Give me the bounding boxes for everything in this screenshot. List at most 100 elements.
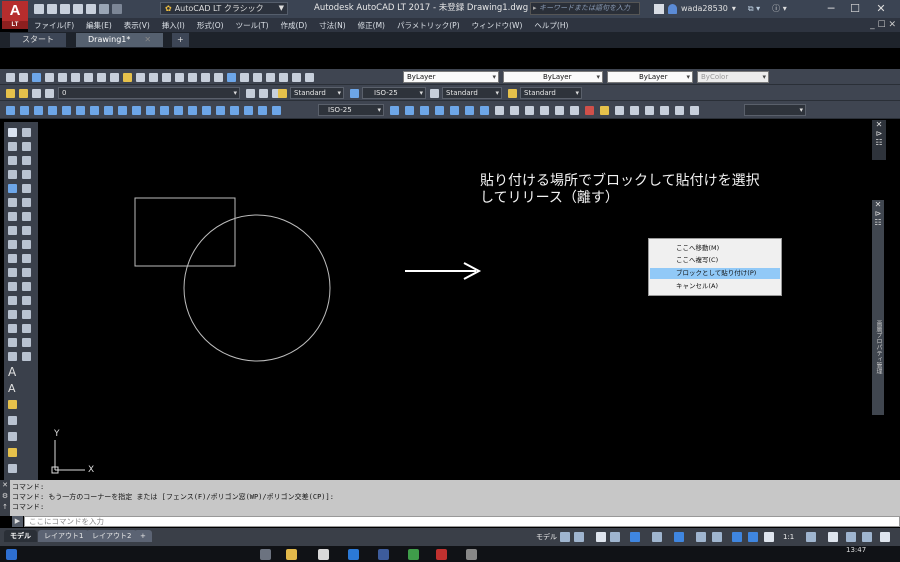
isolate-objects-icon[interactable] bbox=[846, 532, 856, 542]
isodraft-icon[interactable] bbox=[630, 532, 640, 542]
command-prompt-icon[interactable]: ▶ bbox=[12, 516, 23, 527]
menu-view[interactable]: 表示(V) bbox=[124, 20, 150, 31]
polar-icon[interactable] bbox=[610, 532, 620, 542]
spline-icon[interactable] bbox=[525, 105, 534, 115]
exchange-icon[interactable]: ⧉ ▾ bbox=[748, 4, 760, 14]
jogged-linear-icon[interactable] bbox=[230, 105, 239, 115]
print-icon[interactable] bbox=[86, 3, 96, 14]
paste-icon[interactable] bbox=[110, 72, 119, 82]
tool-palettes-icon[interactable] bbox=[253, 72, 262, 82]
menu-item-cancel[interactable]: キャンセル(A) bbox=[650, 281, 780, 292]
annotation-scale-value[interactable]: 1:1 bbox=[783, 530, 794, 544]
mleader-style-dropdown[interactable]: Standard ▾ bbox=[520, 87, 582, 99]
trim-icon[interactable] bbox=[8, 268, 17, 277]
help-icon[interactable] bbox=[305, 72, 314, 82]
print-icon[interactable] bbox=[45, 72, 54, 82]
help-icon[interactable]: ⓘ ▾ bbox=[772, 3, 787, 14]
chamfer-icon[interactable] bbox=[8, 324, 17, 333]
file-explorer-icon[interactable] bbox=[286, 549, 297, 560]
dim-style-dropdown-2[interactable]: ISO-25 ▾ bbox=[318, 104, 384, 116]
xline-icon[interactable] bbox=[22, 128, 31, 137]
polygon-icon[interactable] bbox=[22, 156, 31, 165]
properties-icon[interactable] bbox=[227, 72, 236, 82]
zoom-realtime-icon[interactable] bbox=[188, 72, 197, 82]
mirror-icon[interactable] bbox=[8, 170, 17, 179]
mdi-window-controls[interactable]: _ ☐ ✕ bbox=[870, 18, 896, 32]
insert-block-icon[interactable] bbox=[555, 105, 564, 115]
jogged-icon[interactable] bbox=[76, 105, 85, 115]
close-icon[interactable]: ✕ bbox=[144, 35, 151, 44]
add-layout-button[interactable]: + bbox=[134, 530, 152, 542]
make-block-icon[interactable] bbox=[570, 105, 579, 115]
new-icon[interactable] bbox=[34, 3, 44, 14]
clean-screen-icon[interactable] bbox=[862, 532, 872, 542]
mail-icon[interactable] bbox=[378, 549, 389, 560]
menu-draw[interactable]: 作成(D) bbox=[281, 20, 308, 31]
ellipse-icon[interactable] bbox=[22, 240, 31, 249]
diameter-icon[interactable] bbox=[90, 105, 99, 115]
calculator-icon[interactable] bbox=[292, 72, 301, 82]
zoom-window-icon[interactable] bbox=[201, 72, 210, 82]
arc-icon[interactable] bbox=[22, 184, 31, 193]
erase-icon[interactable] bbox=[8, 142, 17, 151]
layout-tab-model[interactable]: モデル bbox=[4, 530, 37, 542]
mtext-icon[interactable] bbox=[660, 105, 669, 115]
menu-file[interactable]: ファイル(F) bbox=[34, 20, 74, 31]
aligned-dim-icon[interactable] bbox=[20, 105, 29, 115]
new-icon[interactable] bbox=[6, 72, 15, 82]
table-edit-icon[interactable] bbox=[8, 464, 17, 473]
revcloud-icon[interactable] bbox=[510, 105, 519, 115]
annotation-visibility-icon[interactable] bbox=[732, 532, 742, 542]
tab-drawing1[interactable]: Drawing1* ✕ bbox=[76, 33, 164, 47]
wrench-icon[interactable]: ⚙ bbox=[0, 491, 10, 502]
bulb-icon[interactable] bbox=[19, 88, 28, 98]
array-icon[interactable] bbox=[8, 198, 17, 207]
make-current-icon[interactable] bbox=[246, 88, 255, 98]
abc-icon[interactable] bbox=[8, 432, 17, 441]
find-icon[interactable] bbox=[8, 448, 17, 457]
dim-update-icon[interactable] bbox=[272, 105, 281, 115]
quick-dim-icon[interactable] bbox=[118, 105, 127, 115]
save-icon[interactable] bbox=[32, 72, 41, 82]
dtext-icon[interactable]: A bbox=[8, 383, 17, 394]
layer-dropdown[interactable]: 0 ▾ bbox=[58, 87, 240, 99]
table-icon[interactable] bbox=[645, 105, 654, 115]
continue-icon[interactable] bbox=[146, 105, 155, 115]
menu-item-move-here[interactable]: ここへ移動(M) bbox=[650, 243, 780, 254]
region-icon[interactable] bbox=[630, 105, 639, 115]
snap-icon[interactable] bbox=[574, 532, 584, 542]
autocad-taskbar-icon[interactable] bbox=[436, 549, 447, 560]
scale-icon[interactable] bbox=[8, 240, 17, 249]
explode-icon[interactable] bbox=[8, 352, 17, 361]
copy-icon[interactable] bbox=[8, 156, 17, 165]
fillet-icon[interactable] bbox=[8, 338, 17, 347]
browser-icon[interactable] bbox=[348, 549, 359, 560]
offset-icon[interactable] bbox=[8, 184, 17, 193]
dim-text-edit-icon[interactable] bbox=[258, 105, 267, 115]
redo-icon[interactable] bbox=[112, 3, 122, 14]
join-icon[interactable] bbox=[8, 310, 17, 319]
add-selected-icon[interactable] bbox=[675, 105, 684, 115]
pencil-icon[interactable] bbox=[8, 400, 17, 409]
dim-space-icon[interactable] bbox=[160, 105, 169, 115]
new-tab-button[interactable]: + bbox=[172, 33, 189, 47]
layer-properties-palette-collapsed[interactable]: ✕ ⊳ ☷ 画層プロパティ管理 bbox=[872, 200, 884, 415]
settings-icon[interactable]: ☷ bbox=[872, 218, 884, 227]
store-icon[interactable] bbox=[318, 549, 329, 560]
dim-edit-icon[interactable] bbox=[244, 105, 253, 115]
mleader-style-icon[interactable] bbox=[508, 89, 517, 98]
design-center-icon[interactable] bbox=[240, 72, 249, 82]
save-icon[interactable] bbox=[60, 3, 70, 14]
wipeout-icon[interactable] bbox=[690, 105, 699, 115]
arc-length-icon[interactable] bbox=[34, 105, 43, 115]
menu-dimension[interactable]: 寸法(N) bbox=[319, 20, 345, 31]
center-mark-icon[interactable] bbox=[202, 105, 211, 115]
annotation-scale-icon[interactable] bbox=[764, 532, 774, 542]
radius-icon[interactable] bbox=[62, 105, 71, 115]
tolerance-icon[interactable] bbox=[188, 105, 197, 115]
menu-format[interactable]: 形式(O) bbox=[197, 20, 224, 31]
windows-start-icon[interactable] bbox=[6, 549, 17, 560]
sun-icon[interactable] bbox=[32, 88, 41, 98]
close-icon[interactable]: ✕ bbox=[0, 480, 10, 491]
layout-tab-layout1[interactable]: レイアウト1 bbox=[38, 530, 90, 542]
